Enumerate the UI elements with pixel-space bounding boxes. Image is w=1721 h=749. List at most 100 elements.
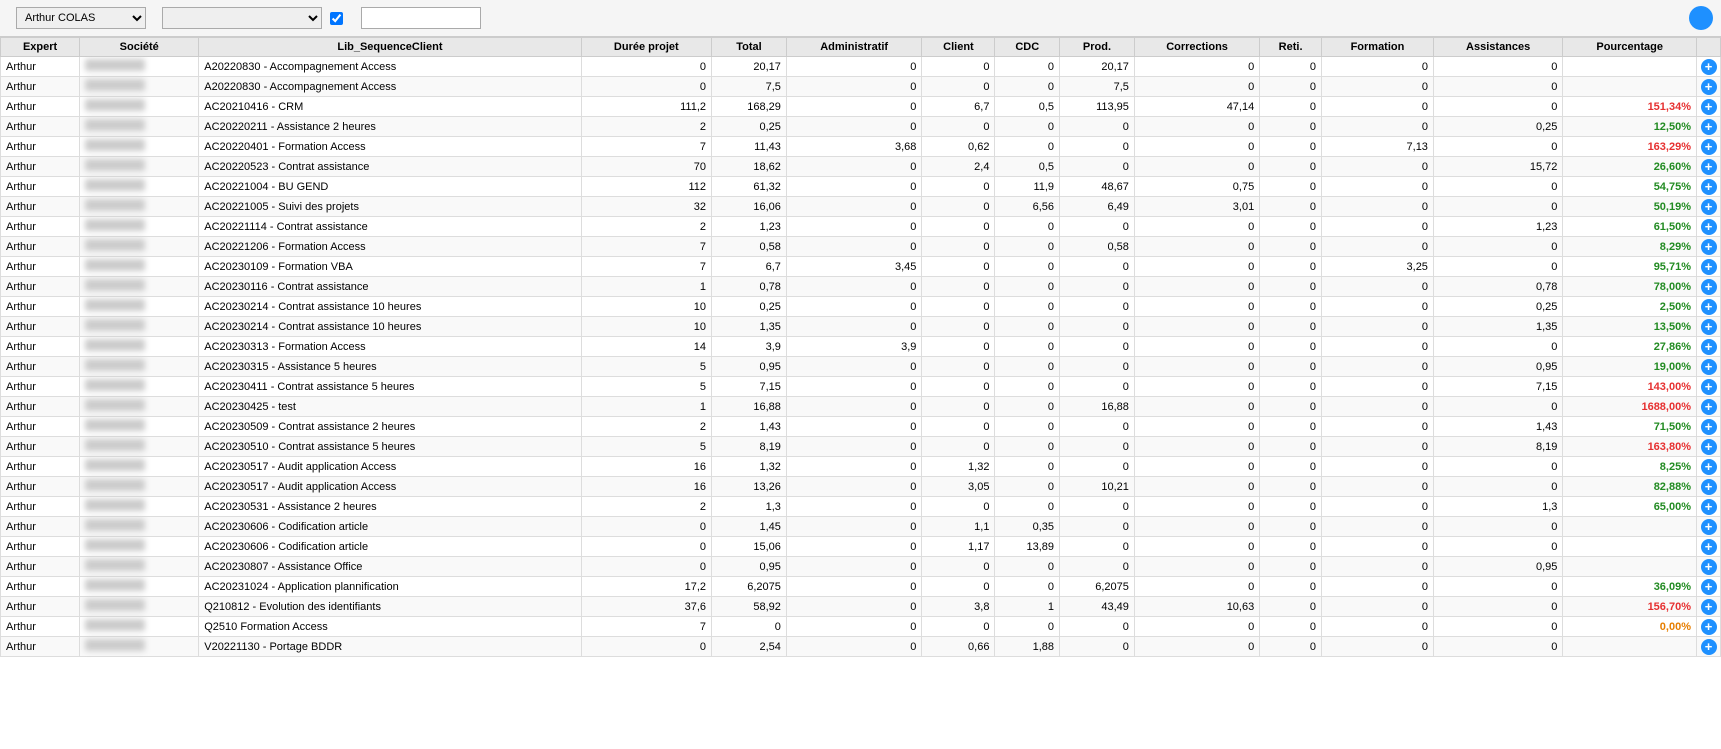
add-row-button[interactable]: + [1701, 99, 1717, 115]
cell-prod: 0 [1060, 217, 1135, 237]
add-row-button[interactable]: + [1701, 399, 1717, 415]
cell-action[interactable]: + [1697, 497, 1721, 517]
cell-action[interactable]: + [1697, 157, 1721, 177]
add-row-button[interactable]: + [1701, 139, 1717, 155]
cell-action[interactable]: + [1697, 617, 1721, 637]
add-row-button[interactable]: + [1701, 119, 1717, 135]
cell-action[interactable]: + [1697, 417, 1721, 437]
cell-total: 0,25 [712, 297, 787, 317]
cell-reti: 0 [1260, 97, 1322, 117]
add-row-button[interactable]: + [1701, 219, 1717, 235]
expert-select[interactable]: Arthur COLAS [16, 7, 146, 29]
cell-action[interactable]: + [1697, 217, 1721, 237]
add-row-button[interactable]: + [1701, 539, 1717, 555]
add-row-button[interactable]: + [1701, 159, 1717, 175]
add-row-button[interactable]: + [1701, 79, 1717, 95]
cell-reti: 0 [1260, 377, 1322, 397]
cell-action[interactable]: + [1697, 457, 1721, 477]
cell-action[interactable]: + [1697, 57, 1721, 77]
cell-duree: 7 [581, 137, 711, 157]
cell-reti: 0 [1260, 477, 1322, 497]
cell-action[interactable]: + [1697, 77, 1721, 97]
add-row-button[interactable]: + [1701, 279, 1717, 295]
cell-duree: 2 [581, 217, 711, 237]
add-row-button[interactable]: + [1701, 379, 1717, 395]
th-assistances: Assistances [1433, 38, 1562, 57]
cell-expert: Arthur [1, 597, 80, 617]
cell-action[interactable]: + [1697, 437, 1721, 457]
cell-action[interactable]: + [1697, 177, 1721, 197]
add-row-button[interactable]: + [1701, 459, 1717, 475]
cell-assistances: 0 [1433, 197, 1562, 217]
add-row-button[interactable]: + [1701, 419, 1717, 435]
cell-action[interactable]: + [1697, 257, 1721, 277]
add-row-button[interactable]: + [1701, 639, 1717, 655]
cell-action[interactable]: + [1697, 357, 1721, 377]
cell-client: 0,66 [922, 637, 995, 657]
add-row-button[interactable]: + [1701, 199, 1717, 215]
cell-action[interactable]: + [1697, 557, 1721, 577]
cell-cdc: 0 [995, 557, 1060, 577]
cell-corrections: 0 [1134, 157, 1259, 177]
add-row-button[interactable]: + [1701, 339, 1717, 355]
cell-action[interactable]: + [1697, 597, 1721, 617]
cell-action[interactable]: + [1697, 477, 1721, 497]
cell-societe [80, 557, 199, 577]
actif-checkbox[interactable] [330, 12, 343, 25]
add-row-button[interactable]: + [1701, 179, 1717, 195]
cell-expert: Arthur [1, 517, 80, 537]
th-reti: Reti. [1260, 38, 1322, 57]
add-row-button[interactable]: + [1701, 519, 1717, 535]
cell-action[interactable]: + [1697, 517, 1721, 537]
cell-action[interactable]: + [1697, 317, 1721, 337]
cell-formation: 7,13 [1321, 137, 1433, 157]
add-row-button[interactable]: + [1701, 439, 1717, 455]
cell-action[interactable]: + [1697, 337, 1721, 357]
cell-corrections: 0 [1134, 317, 1259, 337]
cell-admin: 0 [786, 97, 922, 117]
add-row-button[interactable]: + [1701, 599, 1717, 615]
add-row-button[interactable]: + [1701, 499, 1717, 515]
cell-action[interactable]: + [1697, 117, 1721, 137]
cell-action[interactable]: + [1697, 577, 1721, 597]
cell-action[interactable]: + [1697, 237, 1721, 257]
cell-corrections: 0 [1134, 497, 1259, 517]
cell-lib: AC20230606 - Codification article [199, 537, 581, 557]
add-row-button[interactable]: + [1701, 59, 1717, 75]
add-row-button[interactable]: + [1701, 299, 1717, 315]
cell-corrections: 0 [1134, 237, 1259, 257]
cell-admin: 0 [786, 77, 922, 97]
cell-action[interactable]: + [1697, 197, 1721, 217]
cell-action[interactable]: + [1697, 537, 1721, 557]
add-row-button[interactable]: + [1701, 619, 1717, 635]
add-row-button[interactable]: + [1701, 259, 1717, 275]
add-row-button[interactable]: + [1701, 479, 1717, 495]
cell-corrections: 0 [1134, 337, 1259, 357]
add-row-button[interactable]: + [1701, 319, 1717, 335]
cell-prod: 0 [1060, 637, 1135, 657]
table-row: Arthur AC20230109 - Formation VBA 7 6,7 … [1, 257, 1721, 277]
cell-action[interactable]: + [1697, 297, 1721, 317]
cell-reti: 0 [1260, 297, 1322, 317]
add-row-button[interactable]: + [1701, 359, 1717, 375]
cell-client: 3,05 [922, 477, 995, 497]
add-row-button[interactable]: + [1701, 559, 1717, 575]
societe-input[interactable] [361, 7, 481, 29]
info-button[interactable] [1689, 6, 1713, 30]
cell-total: 1,45 [712, 517, 787, 537]
add-row-button[interactable]: + [1701, 579, 1717, 595]
cell-societe [80, 537, 199, 557]
cell-duree: 37,6 [581, 597, 711, 617]
cell-societe [80, 457, 199, 477]
cell-action[interactable]: + [1697, 397, 1721, 417]
cell-formation: 0 [1321, 477, 1433, 497]
cell-action[interactable]: + [1697, 97, 1721, 117]
table-row: Arthur AC20221004 - BU GEND 112 61,32 0 … [1, 177, 1721, 197]
cell-client: 0 [922, 237, 995, 257]
type-sequence-select[interactable] [162, 7, 322, 29]
cell-action[interactable]: + [1697, 637, 1721, 657]
cell-action[interactable]: + [1697, 377, 1721, 397]
cell-action[interactable]: + [1697, 137, 1721, 157]
cell-action[interactable]: + [1697, 277, 1721, 297]
add-row-button[interactable]: + [1701, 239, 1717, 255]
